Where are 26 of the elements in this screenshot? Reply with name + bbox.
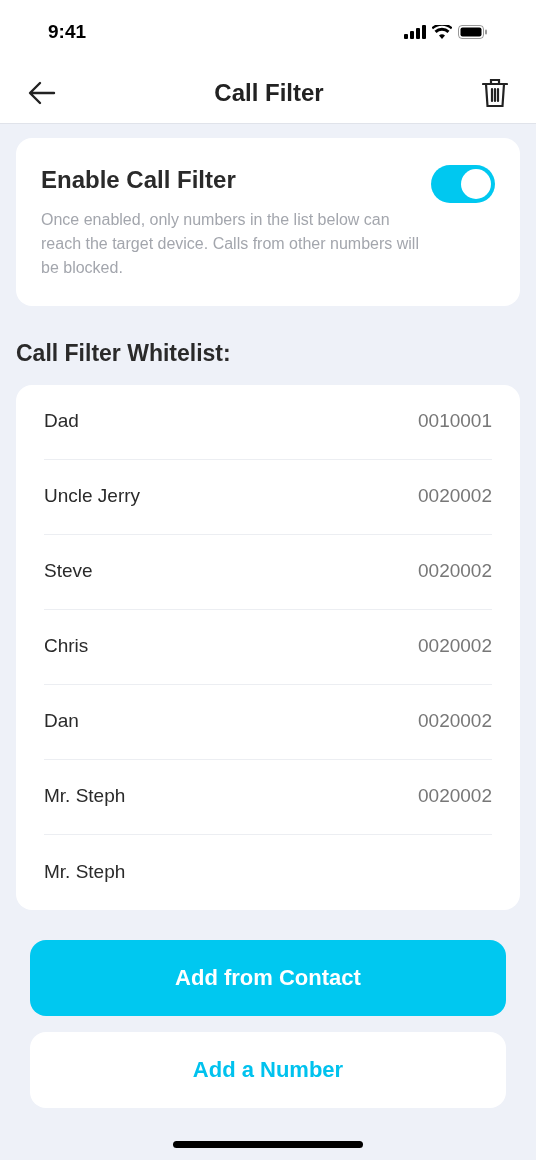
add-number-button[interactable]: Add a Number <box>30 1031 506 1108</box>
contact-number: 0020002 <box>418 634 492 659</box>
contact-name: Steve <box>44 559 93 584</box>
contact-name: Dan <box>44 709 79 734</box>
contact-name: Mr. Steph <box>44 859 126 884</box>
contact-name: Chris <box>44 634 89 659</box>
battery-icon <box>458 25 488 39</box>
contact-number: 0020002 <box>418 559 492 584</box>
add-from-contact-button[interactable]: Add from Contact <box>30 939 506 1016</box>
contact-number: 0020002 <box>418 709 492 734</box>
contact-name: Dad <box>44 409 79 434</box>
trash-icon[interactable] <box>482 77 508 108</box>
whitelist-heading: Call Filter Whitelist: <box>16 339 232 368</box>
status-time: 9:41 <box>48 19 87 44</box>
contact-number: 0020002 <box>418 784 492 809</box>
page-title: Call Filter <box>214 77 324 108</box>
signal-icon <box>404 25 426 39</box>
contact-name: Uncle Jerry <box>44 484 141 509</box>
contact-name: Mr. Steph <box>44 784 126 809</box>
back-arrow-icon[interactable] <box>28 80 56 105</box>
toggle-switch[interactable] <box>431 165 495 203</box>
wifi-icon <box>432 25 452 39</box>
enable-title: Enable Call Filter <box>41 165 237 195</box>
contact-number: 0010001 <box>418 409 492 434</box>
contact-number: 0020002 <box>418 484 492 509</box>
enable-description: Once enabled, only numbers in the list below can reach the target device. Calls from other numbers will be blocked. <box>41 210 420 278</box>
